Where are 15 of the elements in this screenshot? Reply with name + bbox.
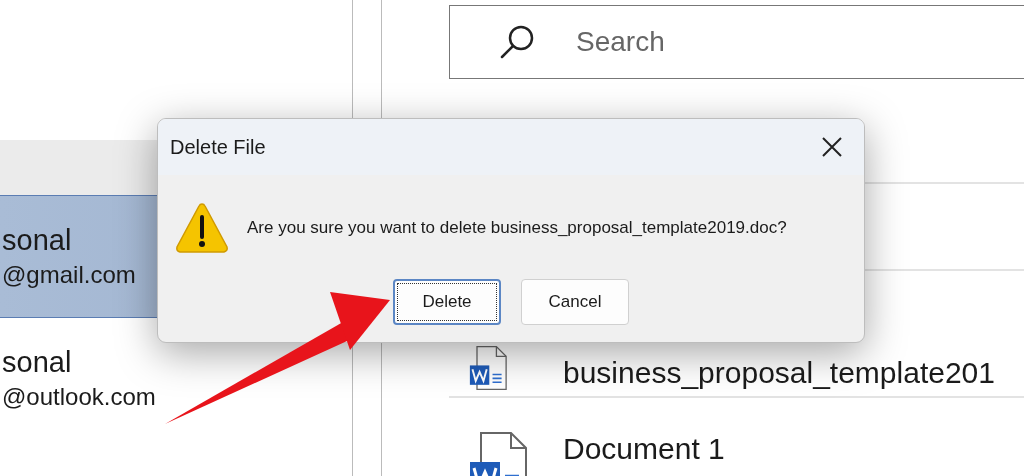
- search-field[interactable]: Search: [449, 5, 1024, 79]
- account-email: @gmail.com: [2, 261, 136, 289]
- document-icon: [469, 346, 507, 390]
- account-email: @outlook.com: [2, 382, 156, 411]
- dialog-title: Delete File: [170, 135, 266, 159]
- close-icon: [821, 136, 843, 158]
- file-name[interactable]: business_proposal_template201: [563, 356, 995, 390]
- warning-icon: [175, 201, 229, 255]
- dialog-message: Are you sure you want to delete business_proposal_template2019.doc?: [247, 218, 787, 238]
- search-icon: [499, 24, 535, 60]
- delete-button[interactable]: Delete: [393, 279, 501, 325]
- account-name: sonal: [2, 224, 72, 257]
- account-name: sonal: [2, 345, 72, 379]
- cancel-button[interactable]: Cancel: [521, 279, 629, 325]
- file-name[interactable]: Document 1: [563, 432, 725, 466]
